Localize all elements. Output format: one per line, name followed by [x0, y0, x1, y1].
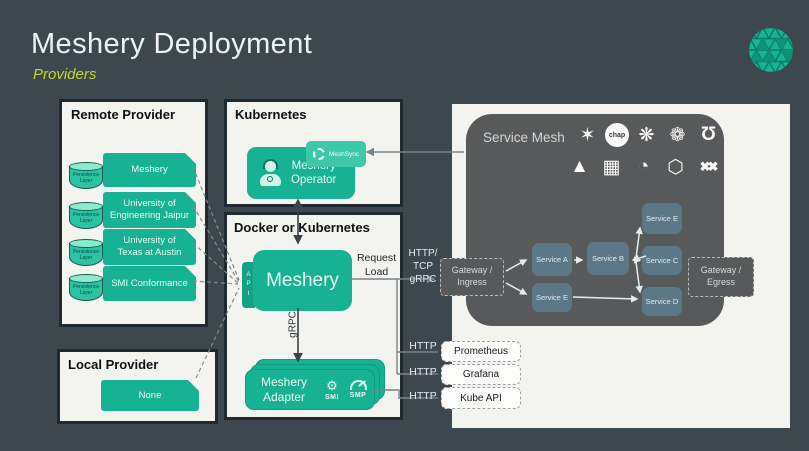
docker-kubernetes-panel: Docker or Kubernetes A P I Meshery Reque…: [224, 212, 403, 420]
meshery-logo-icon: [746, 25, 796, 75]
protocol-label-http-3: HTTP: [403, 390, 443, 404]
service-e-bottom: Service E: [532, 283, 572, 312]
mesh-logo-icon: ✶: [574, 121, 601, 149]
provider-meshery: Meshery: [103, 153, 196, 187]
prometheus-box: Prometheus: [441, 341, 521, 362]
persistence-label: Persistence Layer: [69, 284, 103, 296]
page-subtitle: Providers: [33, 66, 96, 83]
mesh-logo-icon: ❋: [633, 121, 660, 149]
mesh-logo-icon: ▦: [598, 153, 625, 181]
kubernetes-title: Kubernetes: [235, 107, 307, 122]
meshery-adapter-label: Meshery Adapter: [249, 375, 319, 405]
service-c: Service C: [642, 246, 682, 275]
grafana-box: Grafana: [441, 364, 521, 385]
mesh-logo-icon: ⬡: [662, 153, 689, 181]
protocol-label-http-1: HTTP: [403, 340, 443, 354]
provider-univ-texas: University of Texas at Austin: [103, 229, 196, 265]
mesh-logo-icon: Ʊ: [695, 121, 722, 149]
service-d: Service D: [642, 287, 682, 316]
mesh-logo-icon: ▲: [566, 153, 593, 181]
provider-smi-conformance: SMI Conformance: [103, 266, 196, 301]
smi-icon: ⚙ SMI: [319, 379, 345, 401]
slide: Meshery Deployment Providers Remote Prov…: [0, 0, 809, 451]
meshsync-label: MeshSync: [329, 151, 359, 158]
mesh-logo-icon: ◔: [630, 153, 657, 181]
page-title: Meshery Deployment: [31, 28, 312, 61]
meshsync-box: MeshSync: [306, 141, 366, 167]
mesh-logo-row-2: ▲ ▦ ◔ ⬡ ✖✖: [566, 153, 721, 181]
persistence-db-icon: Persistence Layer: [69, 202, 103, 229]
provider-univ-jaipur: University of Engineering Jaipur: [103, 192, 196, 228]
service-a: Service A: [532, 243, 572, 276]
service-b: Service B: [587, 242, 629, 275]
persistence-label: Persistence Layer: [69, 172, 103, 184]
kube-api-box: Kube API: [441, 387, 521, 409]
provider-none: None: [101, 380, 199, 411]
smp-label: SMP: [350, 392, 367, 399]
request-load-label: Request Load: [353, 252, 400, 279]
meshery-label: Meshery: [266, 270, 339, 292]
mesh-logo-row-1: ✶ chap ❋ ❁ Ʊ: [574, 121, 722, 149]
mesh-logo-icon: ❁: [664, 121, 691, 149]
service-mesh-box: Service Mesh ✶ chap ❋ ❁ Ʊ ▲ ▦ ◔ ⬡ ✖✖ Ser…: [466, 114, 724, 326]
persistence-label: Persistence Layer: [69, 249, 103, 261]
protocol-label-http-2: HTTP: [403, 366, 443, 380]
remote-provider-title: Remote Provider: [71, 107, 175, 122]
gateway-ingress: Gateway / Ingress: [440, 258, 504, 296]
persistence-label: Persistence Layer: [69, 212, 103, 224]
persistence-db-icon: Persistence Layer: [69, 274, 103, 301]
persistence-db-icon: Persistence Layer: [69, 162, 103, 189]
smi-label: SMI: [325, 394, 339, 401]
mesh-logo-icon: chap: [605, 123, 629, 147]
local-provider-title: Local Provider: [68, 357, 158, 372]
meshery-box: Meshery: [253, 250, 352, 311]
operator-icon: [255, 158, 285, 188]
protocol-label-main: HTTP/ TCP gRPC: [400, 247, 446, 286]
remote-provider-panel: Remote Provider Persistence Layer Persis…: [59, 99, 208, 327]
persistence-db-icon: Persistence Layer: [69, 239, 103, 266]
service-e-top: Service E: [642, 203, 682, 234]
sync-icon: [313, 148, 325, 160]
service-mesh-title: Service Mesh: [483, 130, 565, 145]
meshery-adapter-box: Meshery Adapter ⚙ SMI SMP: [245, 369, 375, 410]
docker-kubernetes-title: Docker or Kubernetes: [234, 220, 370, 235]
kubernetes-panel: Kubernetes Meshery Operator MeshSync: [224, 99, 403, 207]
gateway-egress: Gateway / Egress: [688, 257, 754, 297]
local-provider-panel: Local Provider None: [57, 349, 218, 424]
mesh-logo-icon: ✖✖: [694, 153, 721, 181]
smp-icon: SMP: [345, 380, 371, 399]
